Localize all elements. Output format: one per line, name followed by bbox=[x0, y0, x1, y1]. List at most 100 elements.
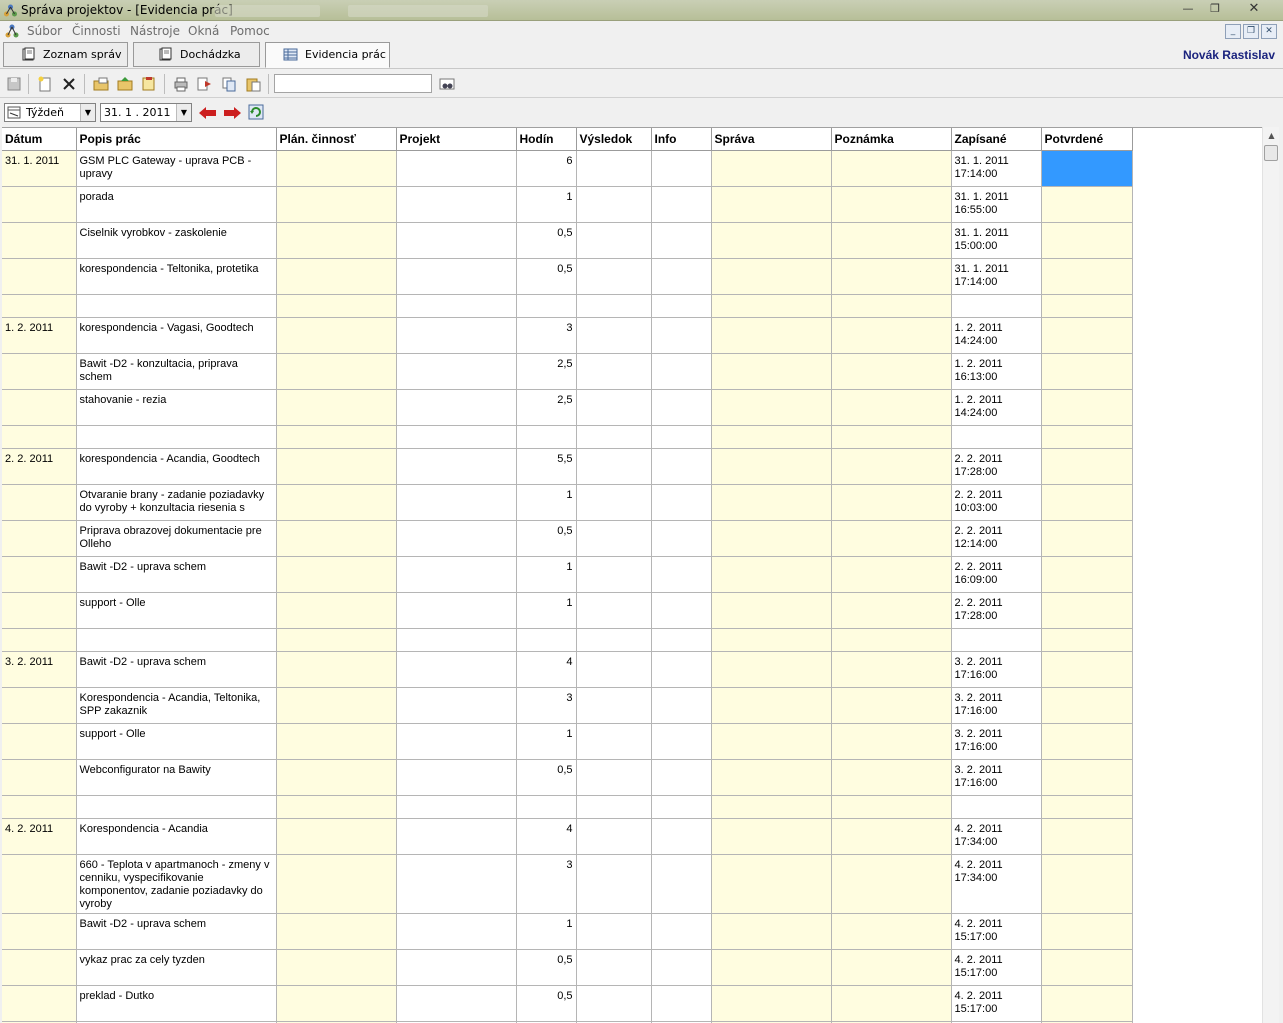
cell-zapisane[interactable]: 1. 2. 2011 14:24:00 bbox=[951, 317, 1042, 354]
cell-sprava[interactable] bbox=[711, 222, 832, 259]
app-menu-icon[interactable] bbox=[4, 23, 20, 39]
cell-popis-prac[interactable]: Bawit -D2 - uprava schem bbox=[76, 651, 277, 688]
date-picker[interactable]: 31. 1 . 2011 ▼ bbox=[100, 103, 192, 122]
close-button[interactable]: ✕ bbox=[1237, 1, 1271, 19]
cell-datum[interactable]: 1. 2. 2011 bbox=[2, 317, 77, 354]
cell-zapisane[interactable]: 2. 2. 2011 16:09:00 bbox=[951, 556, 1042, 593]
tab-zoznam-sprav[interactable]: Zoznam správ bbox=[3, 42, 128, 67]
cell-vysledok[interactable] bbox=[576, 258, 652, 295]
cell-info[interactable] bbox=[651, 389, 712, 426]
cell-hodin[interactable]: 1 bbox=[516, 723, 577, 760]
cell-poznamka[interactable] bbox=[831, 592, 952, 629]
cell-sprava[interactable] bbox=[711, 556, 832, 593]
cell-plan-cinnost[interactable] bbox=[276, 484, 397, 521]
column-header-hodin[interactable]: Hodín bbox=[516, 128, 577, 151]
cell-datum[interactable] bbox=[2, 913, 77, 950]
cell-potvrdene[interactable] bbox=[1041, 258, 1133, 295]
table-row[interactable]: Ciselnik vyrobkov - zaskolenie 0,5 31. 1. … bbox=[2, 222, 1133, 259]
cell-poznamka[interactable] bbox=[831, 759, 952, 796]
cell-plan-cinnost[interactable] bbox=[276, 294, 397, 318]
cell-sprava[interactable] bbox=[711, 520, 832, 557]
table-row[interactable]: porada 1 31. 1. 2011 16:55:00 bbox=[2, 186, 1133, 223]
cell-info[interactable] bbox=[651, 222, 712, 259]
column-header-projekt[interactable]: Projekt bbox=[396, 128, 517, 151]
cell-info[interactable] bbox=[651, 186, 712, 223]
cell-potvrdene[interactable] bbox=[1041, 353, 1133, 390]
save-icon[interactable] bbox=[5, 75, 23, 93]
cell-potvrdene[interactable] bbox=[1041, 317, 1133, 354]
cell-info[interactable] bbox=[651, 592, 712, 629]
cell-datum[interactable]: 31. 1. 2011 bbox=[2, 150, 77, 187]
cell-plan-cinnost[interactable] bbox=[276, 795, 397, 819]
cell-popis-prac[interactable]: Korespondencia - Acandia, Teltonika, SPP… bbox=[76, 687, 277, 724]
cell-hodin[interactable]: 0,5 bbox=[516, 222, 577, 259]
cell-hodin[interactable]: 1 bbox=[516, 592, 577, 629]
cell-projekt[interactable] bbox=[396, 949, 517, 986]
cell-datum[interactable] bbox=[2, 258, 77, 295]
cell-projekt[interactable] bbox=[396, 222, 517, 259]
cell-hodin[interactable] bbox=[516, 628, 577, 652]
cell-vysledok[interactable] bbox=[576, 317, 652, 354]
cell-poznamka[interactable] bbox=[831, 795, 952, 819]
cell-sprava[interactable] bbox=[711, 759, 832, 796]
cell-potvrdene[interactable] bbox=[1041, 651, 1133, 688]
mdi-close-button[interactable]: ✕ bbox=[1261, 24, 1277, 39]
cell-hodin[interactable]: 2,5 bbox=[516, 353, 577, 390]
cell-sprava[interactable] bbox=[711, 294, 832, 318]
cell-zapisane[interactable]: 3. 2. 2011 17:16:00 bbox=[951, 759, 1042, 796]
cell-zapisane[interactable]: 2. 2. 2011 12:14:00 bbox=[951, 520, 1042, 557]
cell-sprava[interactable] bbox=[711, 687, 832, 724]
cell-hodin[interactable]: 2,5 bbox=[516, 389, 577, 426]
cell-hodin[interactable]: 4 bbox=[516, 818, 577, 855]
cell-zapisane[interactable]: 1. 2. 2011 16:13:00 bbox=[951, 353, 1042, 390]
cell-popis-prac[interactable] bbox=[76, 795, 277, 819]
cell-popis-prac[interactable]: korespondencia - Vagasi, Goodtech bbox=[76, 317, 277, 354]
cell-potvrdene[interactable] bbox=[1041, 222, 1133, 259]
menu-subor[interactable]: Súbor bbox=[27, 24, 62, 38]
chevron-down-icon[interactable]: ▼ bbox=[80, 104, 95, 121]
cell-poznamka[interactable] bbox=[831, 425, 952, 449]
cell-vysledok[interactable] bbox=[576, 592, 652, 629]
cell-vysledok[interactable] bbox=[576, 353, 652, 390]
cell-popis-prac[interactable]: Ciselnik vyrobkov - zaskolenie bbox=[76, 222, 277, 259]
cell-potvrdene[interactable] bbox=[1041, 795, 1133, 819]
cell-hodin[interactable]: 3 bbox=[516, 854, 577, 914]
column-header-plan-cinnost[interactable]: Plán. činnosť bbox=[276, 128, 397, 151]
column-header-vysledok[interactable]: Výsledok bbox=[576, 128, 652, 151]
cell-hodin[interactable]: 1 bbox=[516, 913, 577, 950]
cell-poznamka[interactable] bbox=[831, 818, 952, 855]
cell-potvrdene[interactable] bbox=[1041, 520, 1133, 557]
cell-plan-cinnost[interactable] bbox=[276, 687, 397, 724]
cell-sprava[interactable] bbox=[711, 592, 832, 629]
cell-projekt[interactable] bbox=[396, 258, 517, 295]
cell-plan-cinnost[interactable] bbox=[276, 520, 397, 557]
cell-potvrdene[interactable] bbox=[1041, 294, 1133, 318]
delete-icon[interactable] bbox=[60, 75, 78, 93]
cell-potvrdene[interactable] bbox=[1041, 985, 1133, 1022]
scroll-up-icon[interactable]: ▲ bbox=[1263, 127, 1280, 144]
cell-potvrdene[interactable] bbox=[1041, 592, 1133, 629]
cell-datum[interactable] bbox=[2, 687, 77, 724]
table-row[interactable]: stahovanie - rezia 2,5 1. 2. 2011 14:24:00 bbox=[2, 389, 1133, 426]
cell-potvrdene[interactable] bbox=[1041, 186, 1133, 223]
cell-poznamka[interactable] bbox=[831, 389, 952, 426]
cell-sprava[interactable] bbox=[711, 651, 832, 688]
cell-info[interactable] bbox=[651, 556, 712, 593]
cell-poznamka[interactable] bbox=[831, 985, 952, 1022]
menu-pomoc[interactable]: Pomoc bbox=[230, 24, 270, 38]
cell-plan-cinnost[interactable] bbox=[276, 186, 397, 223]
cell-projekt[interactable] bbox=[396, 389, 517, 426]
cell-plan-cinnost[interactable] bbox=[276, 949, 397, 986]
arrow-right-icon[interactable] bbox=[223, 107, 241, 119]
cell-projekt[interactable] bbox=[396, 759, 517, 796]
table-row[interactable]: Bawit -D2 - uprava schem 1 2. 2. 2011 16:0… bbox=[2, 556, 1133, 593]
cell-hodin[interactable]: 4 bbox=[516, 651, 577, 688]
cell-projekt[interactable] bbox=[396, 186, 517, 223]
cell-hodin[interactable]: 1 bbox=[516, 186, 577, 223]
cell-hodin[interactable]: 1 bbox=[516, 556, 577, 593]
cell-vysledok[interactable] bbox=[576, 949, 652, 986]
cell-plan-cinnost[interactable] bbox=[276, 222, 397, 259]
cell-info[interactable] bbox=[651, 448, 712, 485]
menu-nastroje[interactable]: Nástroje bbox=[130, 24, 180, 38]
cell-potvrdene[interactable] bbox=[1041, 556, 1133, 593]
